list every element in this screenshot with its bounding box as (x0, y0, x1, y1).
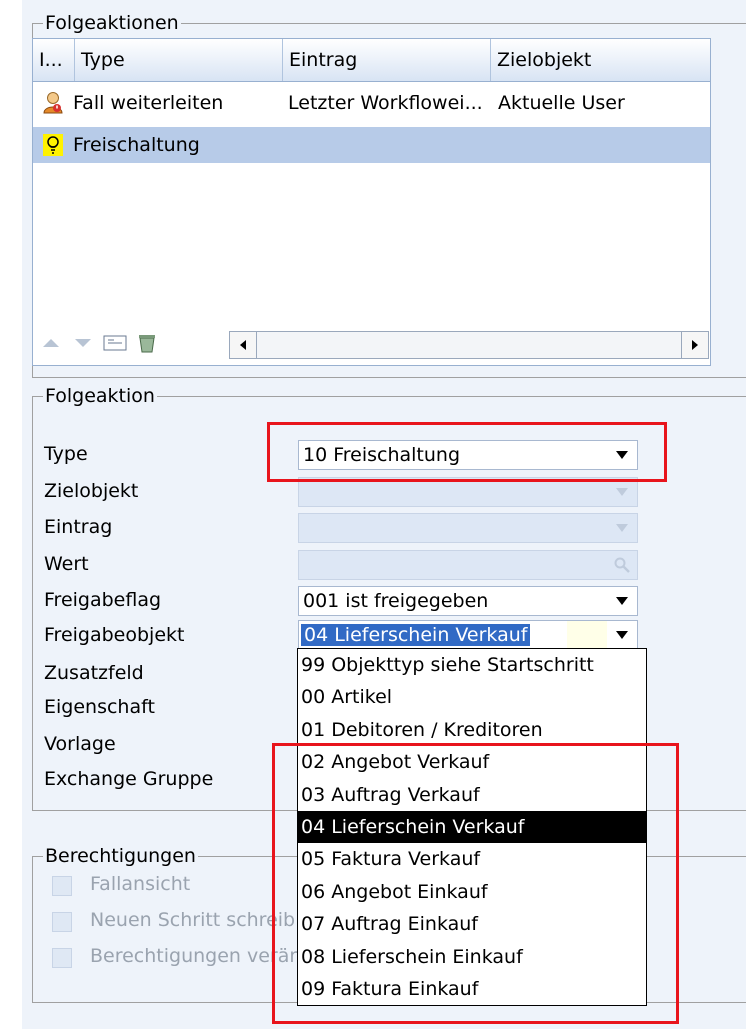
user-forward-icon (33, 91, 73, 115)
horizontal-scrollbar[interactable] (229, 331, 709, 359)
dropdown-option[interactable]: 00 Artikel (298, 681, 646, 713)
freigabeflag-label: Freigabeflag (44, 589, 162, 611)
fallansicht-label: Fallansicht (90, 873, 191, 895)
list-header: I... Type Eintrag Zielobjekt (33, 39, 710, 82)
row-zielobjekt: Aktuelle User (498, 92, 625, 114)
highlight-box-options (272, 743, 679, 1024)
chevron-down-icon (607, 478, 637, 506)
wert-field (298, 550, 638, 580)
freigabeobjekt-select[interactable]: 04 Lieferschein Verkauf (298, 620, 638, 650)
chevron-down-icon (607, 514, 637, 542)
type-label: Type (44, 443, 88, 465)
column-header-type[interactable]: Type (75, 39, 283, 81)
fallansicht-checkbox[interactable] (52, 876, 72, 896)
highlight-box-type (267, 422, 667, 482)
row-type: Fall weiterleiten (73, 92, 224, 114)
move-up-icon[interactable] (37, 329, 65, 357)
column-header-zielobjekt[interactable]: Zielobjekt (491, 39, 710, 81)
freigabeflag-select[interactable]: 001 ist freigegeben (298, 586, 638, 616)
dropdown-option[interactable]: 01 Debitoren / Kreditoren (298, 714, 646, 746)
folgeaktionen-list[interactable]: I... Type Eintrag Zielobjekt Fall weiter… (32, 38, 711, 366)
folgeaktionen-legend: Folgeaktionen (45, 12, 179, 34)
wert-label: Wert (44, 553, 89, 575)
lightbulb-icon (33, 133, 73, 157)
freigabeflag-value: 001 ist freigegeben (303, 590, 489, 612)
eintrag-label: Eintrag (44, 516, 113, 538)
freigabeobjekt-label: Freigabeobjekt (44, 624, 185, 646)
exchange-gruppe-label: Exchange Gruppe (44, 768, 214, 790)
folgeaktion-legend: Folgeaktion (45, 385, 155, 407)
search-icon (607, 551, 637, 579)
list-item-selected[interactable]: Freischaltung (33, 127, 710, 163)
scroll-left-icon[interactable] (230, 332, 257, 358)
column-header-eintrag[interactable]: Eintrag (283, 39, 491, 81)
eintrag-select (298, 513, 638, 543)
new-entry-icon[interactable] (101, 329, 129, 357)
list-toolbar (33, 323, 710, 363)
eigenschaft-label: Eigenschaft (44, 696, 155, 718)
move-down-icon[interactable] (69, 329, 97, 357)
list-item[interactable]: Fall weiterleiten Letzter Workflowei... … (33, 85, 710, 121)
vorlage-label: Vorlage (44, 733, 116, 755)
column-header-icon[interactable]: I... (33, 39, 75, 81)
dropdown-option[interactable]: 99 Objekttyp siehe Startschritt (298, 649, 646, 681)
chevron-down-icon[interactable] (607, 621, 637, 649)
zusatzfeld-label: Zusatzfeld (44, 662, 144, 684)
zielobjekt-label: Zielobjekt (44, 480, 139, 502)
row-type: Freischaltung (73, 134, 200, 156)
scroll-right-icon[interactable] (681, 332, 708, 358)
chevron-down-icon[interactable] (607, 587, 637, 615)
trash-icon[interactable] (133, 329, 161, 357)
freigabeobjekt-value: 04 Lieferschein Verkauf (301, 624, 531, 646)
neuen-schritt-checkbox[interactable] (52, 912, 72, 932)
berechtigungen-veraendern-checkbox[interactable] (52, 948, 72, 968)
neuen-schritt-label: Neuen Schritt schreib (90, 909, 296, 931)
berechtigungen-veraendern-label: Berechtigungen verär (90, 945, 298, 967)
row-eintrag: Letzter Workflowei... (288, 92, 483, 114)
berechtigungen-legend: Berechtigungen (45, 845, 196, 867)
